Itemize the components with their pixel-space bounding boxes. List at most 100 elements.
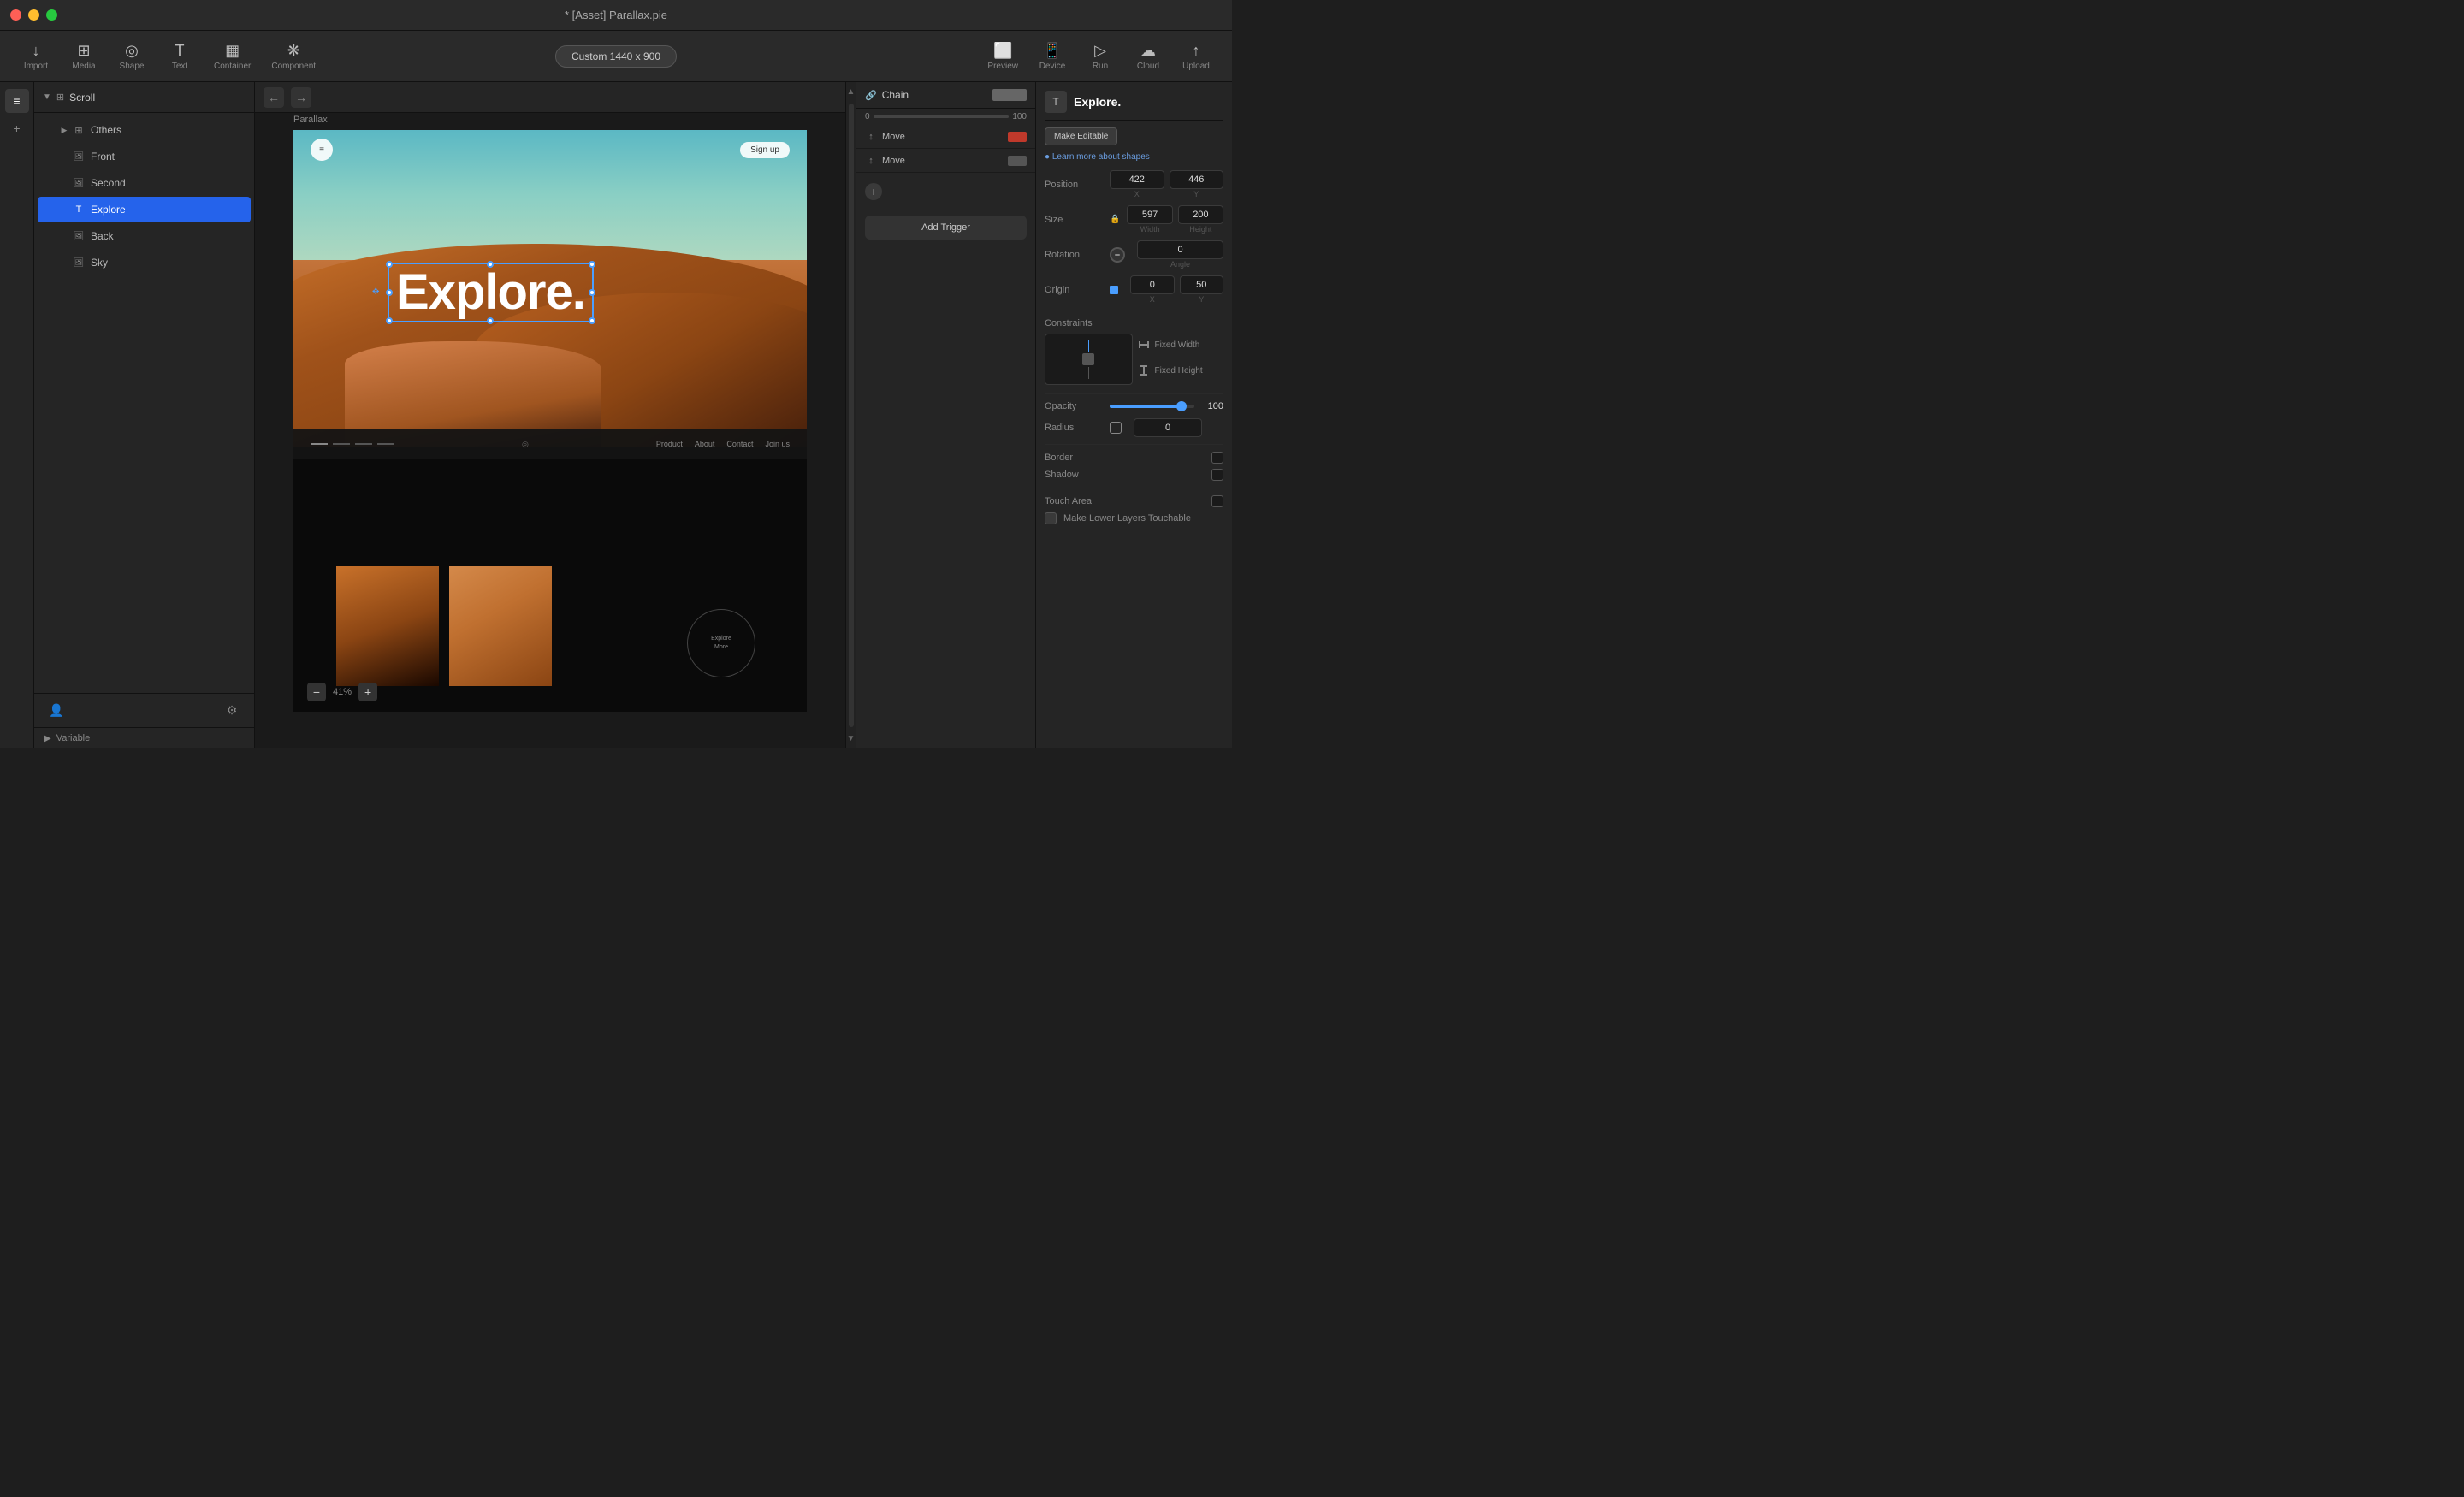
layer-name-second: Second	[91, 177, 126, 189]
add-trigger-button[interactable]: Add Trigger	[865, 216, 1027, 240]
handle-top-left[interactable]	[386, 261, 393, 268]
layers-panel-button[interactable]: ≡	[5, 89, 29, 113]
layer-item-back[interactable]: 🖼 Back	[38, 223, 251, 249]
nav-link-contact[interactable]: Contact	[726, 440, 753, 448]
position-x-input[interactable]	[1110, 170, 1164, 189]
rotation-input[interactable]	[1137, 240, 1223, 259]
parallax-label: Parallax	[293, 115, 328, 125]
upload-tool[interactable]: ↑ Upload	[1174, 37, 1218, 76]
touch-area-checkbox[interactable]	[1211, 495, 1223, 507]
element-type-icon: T	[1045, 91, 1067, 113]
layer-item-explore[interactable]: T Explore	[38, 197, 251, 222]
handle-mid-left[interactable]	[386, 289, 393, 296]
size-width-input[interactable]	[1127, 205, 1172, 224]
border-checkbox[interactable]	[1211, 452, 1223, 464]
origin-y-input[interactable]	[1180, 275, 1224, 294]
fixed-height-row: Fixed Height	[1138, 359, 1224, 382]
media-tool[interactable]: ⊞ Media	[62, 37, 106, 76]
canvas-signup-button[interactable]: Sign up	[740, 142, 790, 158]
canvas-menu-icon[interactable]: ≡	[311, 139, 333, 161]
layer-item-second[interactable]: 🖼 Second	[38, 170, 251, 196]
handle-bot-right[interactable]	[589, 317, 595, 324]
container-tool[interactable]: ▦ Container	[205, 37, 259, 76]
pos-y-label: Y	[1170, 190, 1224, 198]
handle-mid-right[interactable]	[589, 289, 595, 296]
canvas-scrollbar[interactable]: ▲ ▼	[845, 82, 856, 748]
properties-panel: T Explore. Make Editable ● Learn more ab…	[1036, 82, 1232, 748]
assets-panel-button[interactable]: +	[5, 116, 29, 140]
opacity-slider-thumb[interactable]	[1176, 401, 1187, 411]
rotation-label: Rotation	[1045, 250, 1103, 260]
touchable-checkbox[interactable]	[1045, 512, 1057, 524]
position-inputs: X Y	[1110, 170, 1223, 198]
chain-add-row: +	[856, 173, 1035, 210]
shadow-checkbox[interactable]	[1211, 469, 1223, 481]
touch-area-label: Touch Area	[1045, 496, 1211, 506]
device-tool[interactable]: 📱 Device	[1030, 37, 1075, 76]
layer-item-sky[interactable]: 🖼 Sky	[38, 250, 251, 275]
dot-2	[333, 443, 350, 445]
nav-back-button[interactable]: ←	[264, 87, 284, 108]
position-y-input[interactable]	[1170, 170, 1224, 189]
learn-more-link[interactable]: ● Learn more about shapes	[1045, 152, 1223, 162]
layer-item-front[interactable]: 🖼 Front	[38, 144, 251, 169]
user-icon-button[interactable]: 👤	[44, 699, 68, 723]
close-button[interactable]	[10, 9, 21, 21]
cloud-tool[interactable]: ☁ Cloud	[1126, 37, 1170, 76]
window-controls[interactable]	[10, 9, 57, 21]
touchable-row: Make Lower Layers Touchable	[1045, 512, 1223, 524]
opacity-slider-container[interactable]: 100	[1110, 401, 1223, 411]
scroll-down-icon[interactable]: ▼	[847, 734, 856, 743]
nav-forward-button[interactable]: →	[291, 87, 311, 108]
size-h-label: Height	[1178, 225, 1223, 234]
explore-element-container[interactable]: ✥ Explore.	[388, 263, 594, 322]
make-editable-button[interactable]: Make Editable	[1045, 127, 1117, 145]
main-area: ≡ + ▼ ⊞ Scroll ▶ ⊞ Others 🖼 Front 🖼	[0, 82, 1232, 748]
preview-tool[interactable]: ⬜ Preview	[979, 37, 1027, 76]
text-tool[interactable]: T Text	[157, 37, 202, 76]
shadow-row: Shadow	[1045, 469, 1223, 481]
zoom-in-button[interactable]: +	[358, 683, 377, 701]
size-inputs: Width Height	[1127, 205, 1223, 234]
shape-tool[interactable]: ◎ Shape	[110, 37, 154, 76]
component-tool[interactable]: ❋ Component	[263, 37, 324, 76]
maximize-button[interactable]	[46, 9, 57, 21]
chain-add-button[interactable]: +	[865, 183, 882, 200]
radius-input[interactable]	[1134, 418, 1202, 437]
handle-top-right[interactable]	[589, 261, 595, 268]
resolution-selector[interactable]: Custom 1440 x 900	[555, 45, 677, 68]
chain-move-2-icon: ↕	[865, 156, 877, 166]
layers-panel-chevron[interactable]: ▼	[43, 92, 51, 102]
zoom-out-button[interactable]: −	[307, 683, 326, 701]
title-bar: * [Asset] Parallax.pie	[0, 0, 1232, 31]
size-height-input[interactable]	[1178, 205, 1223, 224]
minimize-button[interactable]	[28, 9, 39, 21]
dot-1	[311, 443, 328, 445]
run-tool[interactable]: ▷ Run	[1078, 37, 1122, 76]
layer-item-others[interactable]: ▶ ⊞ Others	[38, 117, 251, 143]
position-y-group: Y	[1170, 170, 1224, 198]
origin-x-input[interactable]	[1130, 275, 1175, 294]
scroll-thumb[interactable]	[849, 104, 854, 727]
move-handle-icon[interactable]: ✥	[372, 287, 379, 297]
constraints-grid: Fixed Width Fixed Height	[1045, 334, 1223, 385]
layer-name-others: Others	[91, 124, 121, 136]
dot-3	[355, 443, 372, 445]
handle-bot-left[interactable]	[386, 317, 393, 324]
nav-link-join[interactable]: Join us	[765, 440, 790, 448]
preview-icon: ⬜	[993, 42, 1012, 60]
fixed-width-label: Fixed Width	[1155, 340, 1200, 350]
size-lock-icon[interactable]: 🔒	[1110, 215, 1120, 224]
canvas-scroll[interactable]: Parallax ≡ Sign up	[255, 113, 845, 748]
rotation-dial[interactable]	[1110, 247, 1125, 263]
border-label: Border	[1045, 453, 1211, 463]
chain-move-row-1: ↕ Move	[856, 125, 1035, 149]
scroll-up-icon[interactable]: ▲	[847, 87, 856, 97]
nav-link-about[interactable]: About	[695, 440, 715, 448]
opacity-slider[interactable]	[1110, 405, 1194, 408]
import-tool[interactable]: ↓ Import	[14, 37, 58, 76]
constraint-inner-left	[1082, 353, 1094, 365]
settings-icon-button[interactable]: ⚙	[220, 699, 244, 723]
nav-link-product[interactable]: Product	[656, 440, 683, 448]
rotation-sublabel: Angle	[1137, 260, 1223, 269]
